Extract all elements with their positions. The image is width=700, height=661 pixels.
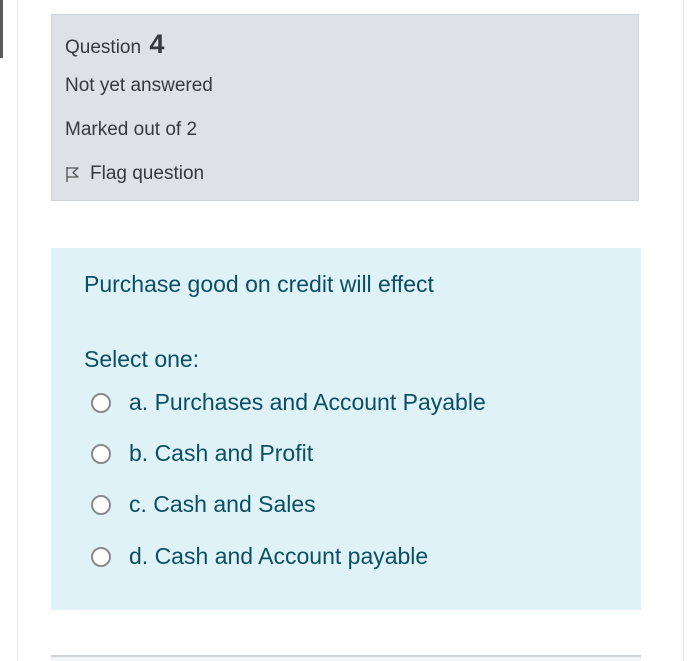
question-text: Purchase good on credit will effect (84, 271, 434, 297)
question-title: Question 4 (65, 29, 164, 60)
left-divider (17, 0, 18, 661)
question-label: Question (65, 37, 142, 58)
radio-c[interactable] (91, 494, 111, 515)
flag-question-label: Flag question (90, 163, 205, 184)
answer-label-a: a. Purchases and Account Payable (129, 389, 486, 415)
answer-option-a[interactable]: a. Purchases and Account Payable (91, 389, 486, 416)
quiz-page: Question 4 Not yet answered Marked out o… (0, 0, 700, 661)
next-question-panel-edge (51, 655, 641, 661)
answer-label-c: c. Cash and Sales (129, 491, 316, 517)
radio-d[interactable] (91, 546, 111, 567)
question-grade: Marked out of 2 (65, 119, 198, 140)
answer-option-c[interactable]: c. Cash and Sales (91, 491, 316, 518)
radio-a[interactable] (91, 392, 111, 413)
answer-label-d: d. Cash and Account payable (129, 543, 429, 569)
right-divider (683, 0, 684, 661)
radio-b[interactable] (91, 443, 111, 464)
question-content-panel: Purchase good on credit will effect Sele… (51, 248, 641, 610)
answer-label-b: b. Cash and Profit (129, 440, 314, 466)
question-number: 4 (149, 29, 165, 59)
flag-question-link[interactable]: Flag question (65, 163, 204, 185)
question-state: Not yet answered (65, 75, 213, 96)
left-edge-marker (0, 0, 3, 58)
flag-icon (66, 166, 79, 182)
answer-option-d[interactable]: d. Cash and Account payable (91, 543, 428, 570)
answer-option-b[interactable]: b. Cash and Profit (91, 440, 313, 467)
question-info-panel: Question 4 Not yet answered Marked out o… (51, 14, 639, 201)
answer-prompt: Select one: (84, 346, 200, 372)
